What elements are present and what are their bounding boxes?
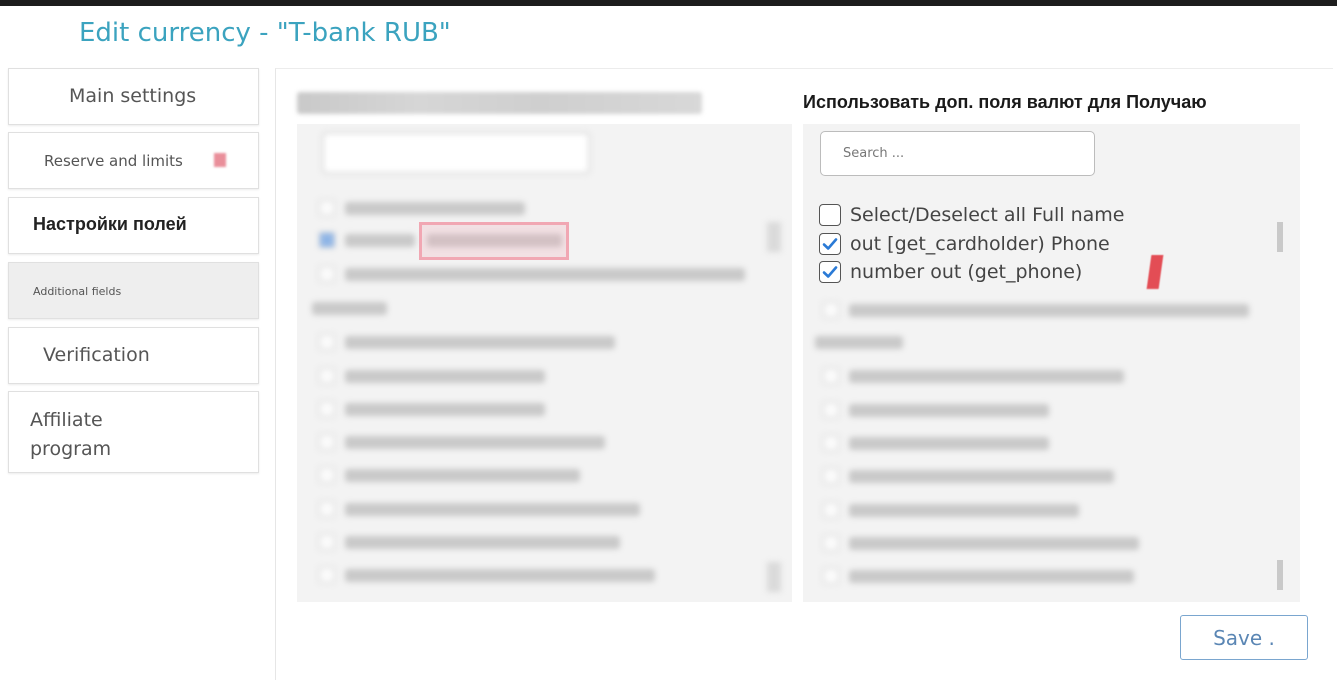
search-input-wrapper[interactable] [820,131,1095,176]
tab-additional-fields[interactable]: Additional fields [8,262,259,319]
option-cardholder[interactable]: out [get_cardholder) Phone [819,231,1110,257]
left-panel-title-blurred [297,92,702,114]
option-label: number out (get_phone) [850,261,1083,283]
scrollbar-thumb[interactable] [1277,560,1283,590]
option-phone[interactable]: number out (get_phone) [819,259,1082,285]
top-bar [0,0,1337,6]
option-select-all[interactable]: Select/Deselect all Full name [819,202,1124,228]
right-panel-title: Использовать доп. поля валют для Получаю [803,92,1207,112]
tab-label: Additional fields [33,285,122,298]
red-mark-icon [1146,255,1164,289]
left-search-input[interactable] [322,132,590,174]
red-mark-icon [214,153,226,167]
tab-label: Reserve and limits [44,152,183,170]
checkbox-checked[interactable] [819,233,841,255]
left-panel [297,124,792,602]
option-label: Select/Deselect all Full name [850,204,1125,226]
checkbox-checked[interactable] [819,261,841,283]
scrollbar-thumb[interactable] [1277,222,1283,252]
save-button[interactable]: Save . [1180,615,1308,660]
tab-main-settings[interactable]: Main settings [8,68,259,125]
check-icon [822,238,838,250]
check-icon [822,266,838,278]
tab-label: Verification [43,344,150,366]
tab-reserve-and-limits[interactable]: Reserve and limits [8,132,259,189]
option-label: out [get_cardholder) Phone [850,233,1110,255]
highlight-box [419,222,569,260]
page-title: Edit currency - "T-bank RUB" [79,18,451,48]
tab-label: Affiliate program [30,409,112,460]
tab-label: Main settings [69,85,197,107]
checkbox-unchecked[interactable] [819,204,841,226]
search-input[interactable] [841,132,1085,174]
tab-label: Настройки полей [33,214,187,234]
right-panel: Select/Deselect all Full name out [get_c… [803,124,1300,602]
tab-field-settings[interactable]: Настройки полей [8,197,259,254]
tab-affiliate-program[interactable]: Affiliate program [8,391,259,473]
tab-verification[interactable]: Verification [8,327,259,384]
